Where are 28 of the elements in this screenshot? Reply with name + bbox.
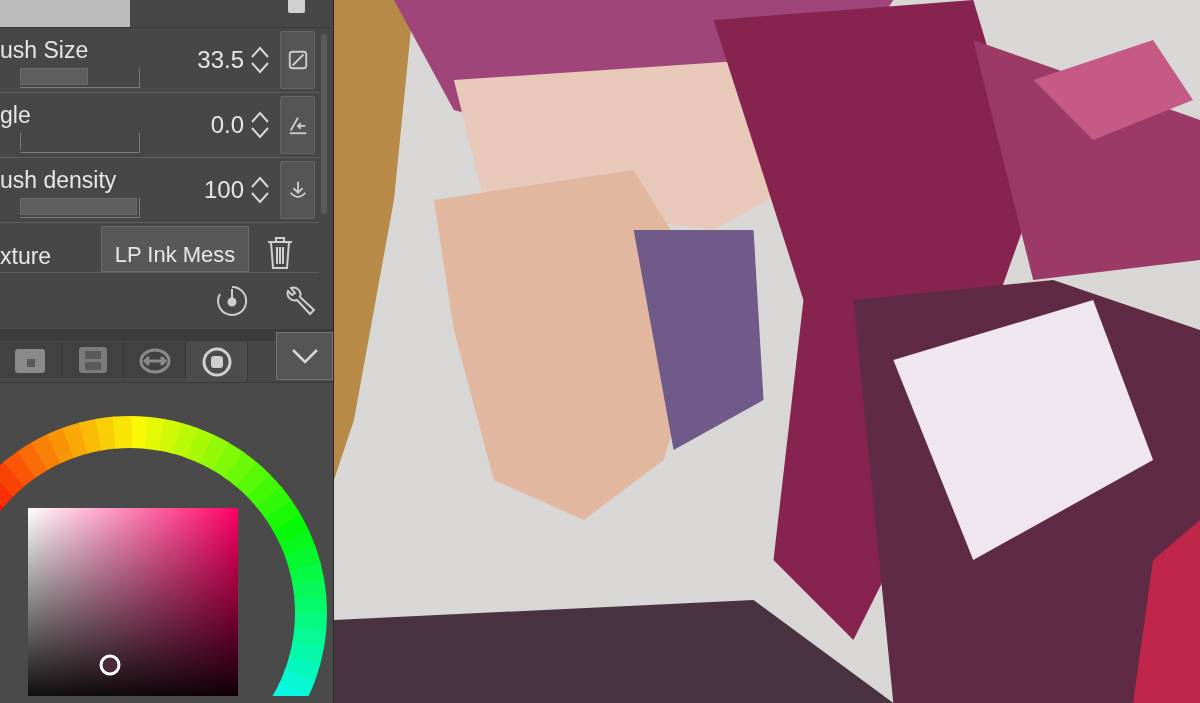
chevron-down-icon bbox=[289, 347, 320, 365]
palette-tab[interactable] bbox=[0, 342, 62, 378]
palette-tab[interactable] bbox=[62, 342, 124, 378]
dial-icon[interactable] bbox=[215, 284, 249, 318]
property-label: gle bbox=[0, 101, 32, 129]
trash-icon[interactable] bbox=[265, 236, 295, 270]
property-button[interactable] bbox=[280, 161, 315, 219]
property-label: ush density bbox=[0, 166, 118, 194]
property-value: 33.5 bbox=[197, 45, 244, 75]
property-label: xture bbox=[0, 242, 53, 271]
texture-select[interactable]: LP Ink Mess bbox=[101, 226, 249, 272]
property-value: 0.0 bbox=[210, 110, 244, 140]
color-picker-handle[interactable] bbox=[99, 654, 121, 676]
property-button[interactable] bbox=[280, 96, 315, 154]
spinner-icon[interactable] bbox=[250, 174, 270, 206]
property-label: ush Size bbox=[0, 36, 90, 64]
spinner-icon[interactable] bbox=[250, 44, 270, 76]
palette-tab[interactable] bbox=[186, 342, 248, 382]
panel-handle[interactable] bbox=[288, 0, 305, 13]
property-value: 100 bbox=[203, 175, 244, 205]
property-button[interactable] bbox=[280, 31, 315, 89]
slider-track[interactable] bbox=[20, 68, 140, 88]
slider-track[interactable] bbox=[20, 133, 140, 153]
spinner-icon[interactable] bbox=[250, 109, 270, 141]
hue-ring[interactable] bbox=[0, 416, 327, 696]
size-reset-icon bbox=[286, 49, 309, 71]
dropdown-button[interactable] bbox=[276, 332, 333, 380]
palette-tab[interactable] bbox=[124, 342, 186, 378]
